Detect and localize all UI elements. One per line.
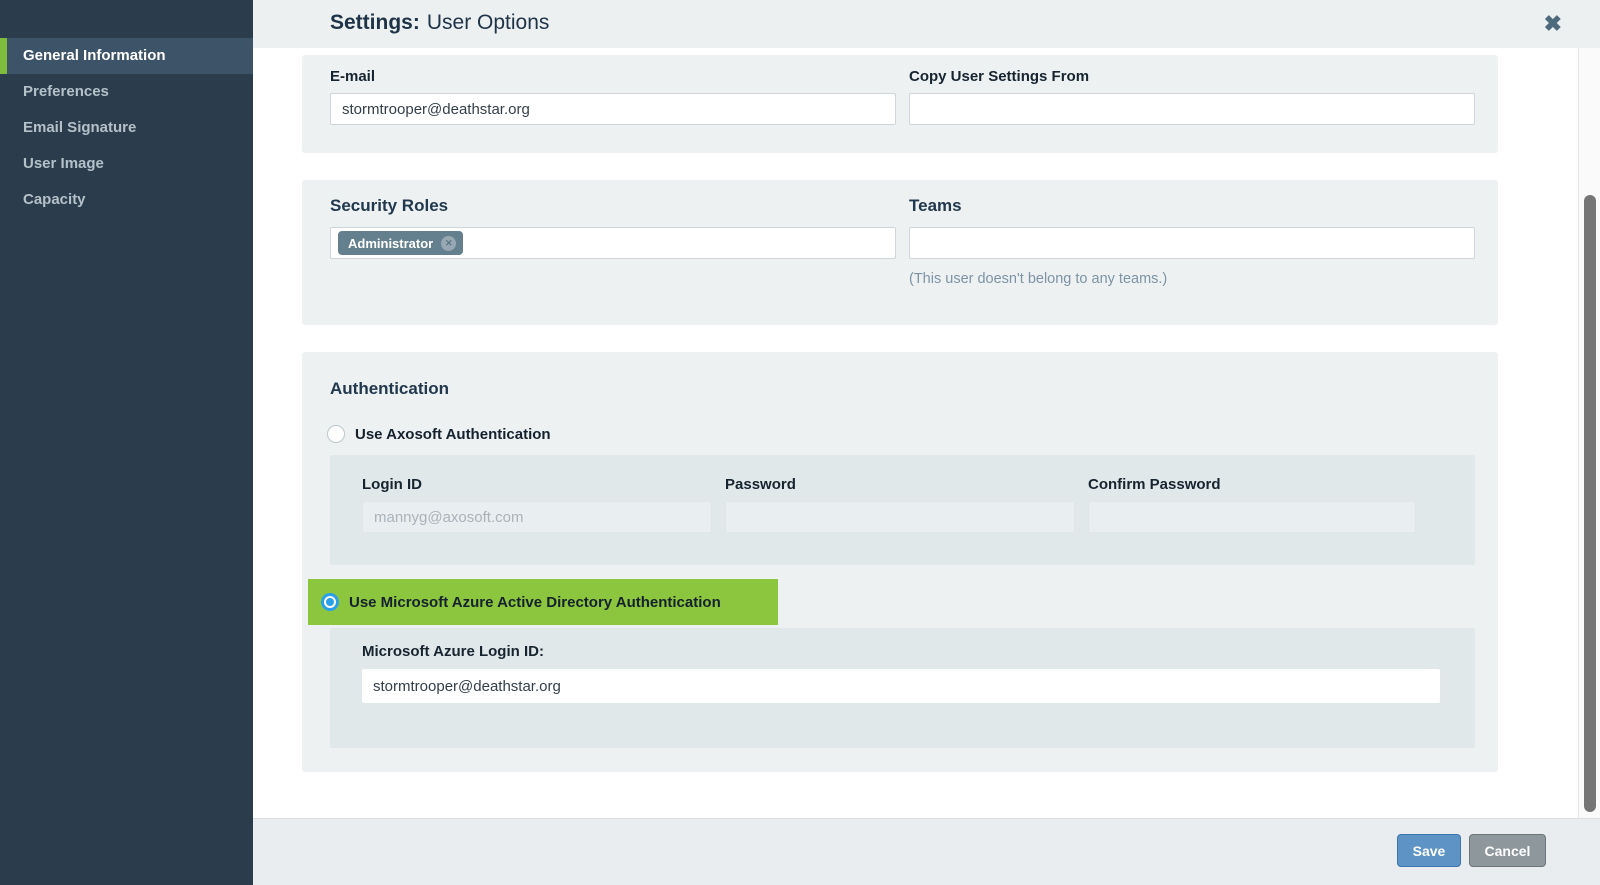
password-input[interactable] — [725, 501, 1075, 533]
email-input[interactable] — [330, 93, 896, 125]
sidebar: General Information Preferences Email Si… — [0, 0, 253, 885]
axosoft-auth-option[interactable]: Use Axosoft Authentication — [327, 425, 551, 443]
scrollbar-thumb[interactable] — [1584, 195, 1596, 812]
teams-input[interactable] — [909, 227, 1475, 259]
tag-label: Administrator — [348, 235, 434, 251]
teams-label: Teams — [909, 196, 962, 215]
security-roles-input[interactable]: Administrator ✕ — [330, 227, 896, 259]
sidebar-item-general-information[interactable]: General Information — [0, 38, 253, 74]
sidebar-item-label: General Information — [23, 47, 166, 64]
email-section: E-mail Copy User Settings From — [302, 55, 1498, 153]
copy-user-settings-label: Copy User Settings From — [909, 68, 1090, 85]
sidebar-item-capacity[interactable]: Capacity — [0, 182, 253, 218]
close-icon[interactable]: ✖ — [1544, 10, 1562, 38]
active-indicator — [0, 38, 7, 74]
teams-note: (This user doesn't belong to any teams.) — [909, 271, 1168, 287]
security-roles-label: Security Roles — [330, 196, 449, 215]
sidebar-nav: General Information Preferences Email Si… — [0, 0, 253, 218]
main-panel: Settings: User Options ✖ E-mail Copy User… — [253, 0, 1600, 885]
login-id-input[interactable] — [362, 501, 712, 533]
roles-teams-section: Security Roles Administrator ✕ Teams (Th… — [302, 180, 1498, 325]
administrator-tag: Administrator ✕ — [338, 231, 464, 255]
azure-login-id-label: Microsoft Azure Login ID: — [362, 643, 544, 660]
authentication-label: Authentication — [330, 379, 449, 398]
copy-user-settings-input[interactable] — [909, 93, 1475, 125]
axosoft-credentials-panel: Login ID Password Confirm Password — [330, 455, 1475, 565]
page-title: Settings: User Options — [330, 11, 549, 35]
axosoft-radio[interactable] — [327, 425, 345, 443]
scrollbar-track[interactable] — [1578, 48, 1600, 818]
page-title-text: User Options — [426, 11, 550, 34]
azure-credentials-panel: Microsoft Azure Login ID: — [330, 628, 1475, 748]
tag-remove-icon[interactable]: ✕ — [441, 235, 457, 251]
sidebar-item-label: User Image — [23, 155, 104, 172]
confirm-password-label: Confirm Password — [1088, 476, 1221, 493]
axosoft-radio-label: Use Axosoft Authentication — [355, 425, 551, 443]
save-button[interactable]: Save — [1397, 834, 1461, 867]
sidebar-item-email-signature[interactable]: Email Signature — [0, 110, 253, 146]
login-id-label: Login ID — [362, 476, 422, 493]
dialog-content: E-mail Copy User Settings From Security … — [253, 48, 1600, 818]
sidebar-item-preferences[interactable]: Preferences — [0, 74, 253, 110]
dialog-footer: Save Cancel — [253, 818, 1600, 885]
dialog-header: Settings: User Options ✖ — [253, 0, 1600, 48]
azure-highlight[interactable]: Use Microsoft Azure Active Directory Aut… — [308, 579, 778, 625]
settings-dialog: General Information Preferences Email Si… — [0, 0, 1600, 885]
confirm-password-input[interactable] — [1088, 501, 1416, 533]
page-title-prefix: Settings: — [330, 11, 420, 34]
sidebar-item-label: Preferences — [23, 83, 109, 100]
sidebar-item-label: Email Signature — [23, 119, 137, 136]
email-label: E-mail — [330, 68, 376, 85]
azure-login-id-input[interactable] — [362, 669, 1440, 703]
azure-radio[interactable] — [321, 593, 339, 611]
azure-radio-label: Use Microsoft Azure Active Directory Aut… — [349, 593, 721, 611]
cancel-button[interactable]: Cancel — [1469, 834, 1546, 867]
sidebar-item-user-image[interactable]: User Image — [0, 146, 253, 182]
password-label: Password — [725, 476, 796, 493]
authentication-section: Authentication Use Axosoft Authenticatio… — [302, 352, 1498, 772]
sidebar-item-label: Capacity — [23, 191, 86, 208]
